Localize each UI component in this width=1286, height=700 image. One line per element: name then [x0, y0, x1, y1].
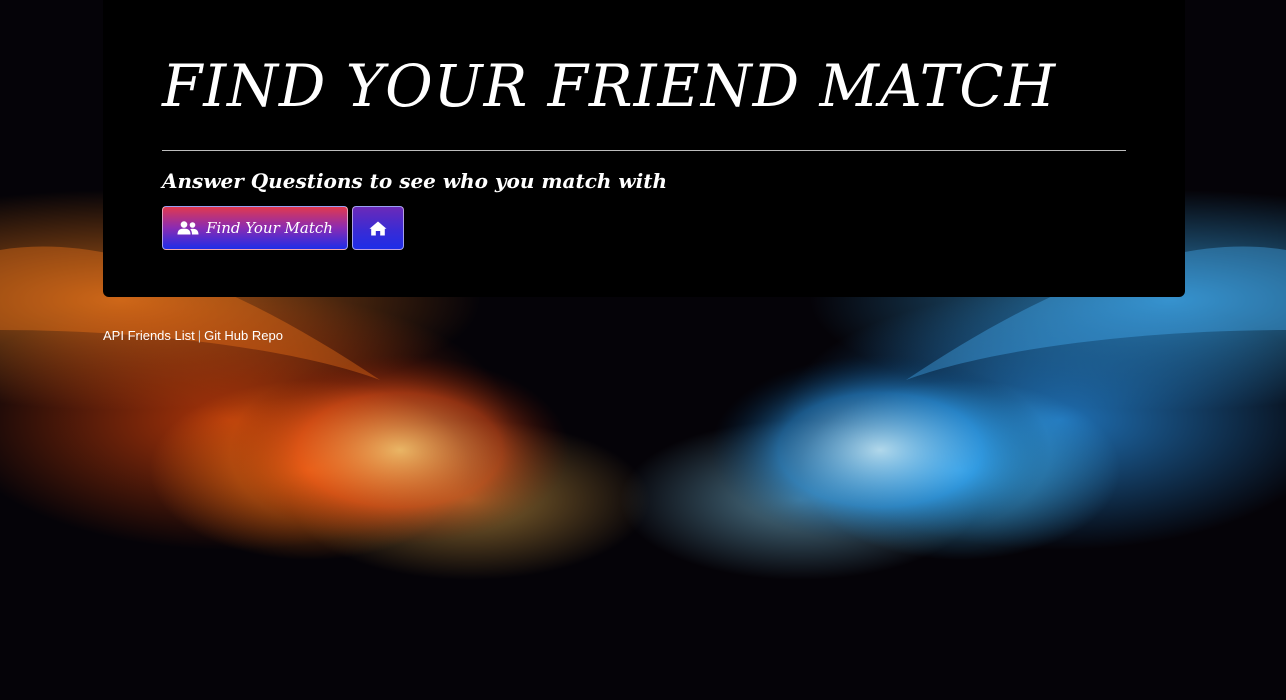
home-icon	[369, 221, 387, 236]
page-subtitle: Answer Questions to see who you match wi…	[162, 169, 668, 193]
link-separator: |	[197, 328, 202, 343]
page-title: FIND YOUR FRIEND MATCH	[162, 52, 1057, 120]
find-match-label: Find Your Match	[206, 219, 333, 237]
home-button[interactable]	[352, 206, 404, 250]
divider	[162, 150, 1126, 151]
header-panel: FIND YOUR FRIEND MATCH Answer Questions …	[103, 0, 1185, 297]
api-friends-list-link[interactable]: API Friends List	[103, 328, 195, 343]
find-match-button[interactable]: Find Your Match	[162, 206, 348, 250]
footer-links: API Friends List | Git Hub Repo	[103, 328, 283, 343]
users-icon	[177, 221, 199, 235]
github-repo-link[interactable]: Git Hub Repo	[204, 328, 283, 343]
